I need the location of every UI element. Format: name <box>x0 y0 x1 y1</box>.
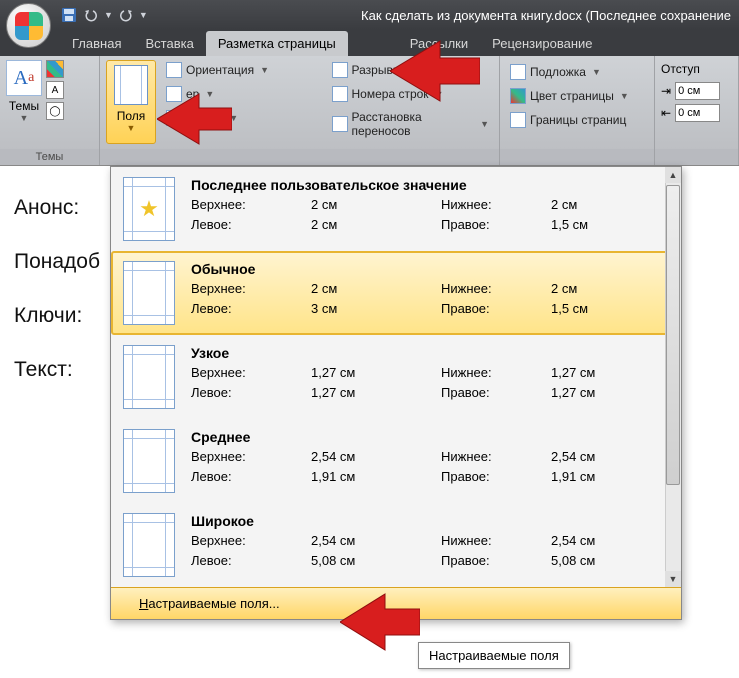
preset-title: Узкое <box>191 345 669 361</box>
preset-title: Обычное <box>191 261 669 277</box>
indent-right-icon: ⇤ <box>661 106 671 120</box>
theme-effects-button[interactable]: ◯ <box>46 102 64 120</box>
ribbon-tabs: Главная Вставка Разметка страницы Рассыл… <box>0 30 739 56</box>
margins-thumb-icon: ★ <box>123 177 175 241</box>
line-numbers-icon <box>332 86 348 102</box>
scroll-down-icon[interactable]: ▼ <box>665 571 681 587</box>
preset-title: Среднее <box>191 429 669 445</box>
chevron-down-icon: ▼ <box>260 65 269 75</box>
hyphenation-icon <box>332 116 348 132</box>
watermark-icon <box>510 64 526 80</box>
watermark-button[interactable]: Подложка▼ <box>506 62 648 82</box>
margins-label: Поля <box>117 109 146 123</box>
chevron-down-icon: ▼ <box>480 119 489 129</box>
undo-icon[interactable] <box>82 6 100 24</box>
save-icon[interactable] <box>60 6 78 24</box>
theme-colors-button[interactable] <box>46 60 64 78</box>
office-button[interactable] <box>6 3 51 48</box>
margins-preset-item[interactable]: СреднееВерхнее:2,54 смНижнее:2,54 смЛево… <box>111 419 681 503</box>
margins-dropdown: ★Последнее пользовательское значениеВерх… <box>110 166 682 620</box>
margins-icon <box>114 65 148 105</box>
preset-title: Последнее пользовательское значение <box>191 177 669 193</box>
office-logo-icon <box>15 12 43 40</box>
margins-preset-item[interactable]: УзкоеВерхнее:1,27 смНижнее:1,27 смЛевое:… <box>111 335 681 419</box>
scroll-up-icon[interactable]: ▲ <box>665 167 681 183</box>
hyphenation-button[interactable]: Расстановка переносов▼ <box>328 108 494 140</box>
group-label <box>655 149 738 165</box>
scrollbar-thumb[interactable] <box>666 185 680 485</box>
tab-home[interactable]: Главная <box>60 31 133 56</box>
theme-fonts-button[interactable]: A <box>46 81 64 99</box>
indent-left-input[interactable] <box>675 82 720 100</box>
themes-button[interactable]: Aa <box>6 60 42 96</box>
page-color-button[interactable]: Цвет страницы▼ <box>506 86 648 106</box>
indent-left-icon: ⇥ <box>661 84 671 98</box>
ribbon: Aa Темы ▼ A ◯ Темы Поля ▼ Ориентация▼ ер… <box>0 56 739 166</box>
margins-preset-item[interactable]: ШирокоеВерхнее:2,54 смНижнее:2,54 смЛево… <box>111 503 681 587</box>
group-label <box>500 149 654 165</box>
margins-thumb-icon <box>123 345 175 409</box>
group-label: Темы <box>0 149 99 165</box>
tooltip: Настраиваемые поля <box>418 642 570 669</box>
margins-thumb-icon <box>123 261 175 325</box>
orientation-icon <box>166 62 182 78</box>
margins-list: ★Последнее пользовательское значениеВерх… <box>111 167 681 587</box>
page-color-icon <box>510 88 526 104</box>
indent-right-input[interactable] <box>675 104 720 122</box>
orientation-button[interactable]: Ориентация▼ <box>162 60 328 80</box>
chevron-down-icon: ▼ <box>127 123 136 133</box>
arrow-annotation-icon <box>157 90 232 148</box>
arrow-annotation-icon <box>340 590 420 655</box>
scrollbar[interactable]: ▲ ▼ <box>665 167 681 587</box>
page-borders-button[interactable]: Границы страниц <box>506 110 648 130</box>
tab-insert[interactable]: Вставка <box>133 31 205 56</box>
chevron-down-icon: ▼ <box>592 67 601 77</box>
chevron-down-icon[interactable]: ▼ <box>6 113 42 123</box>
margins-preset-item[interactable]: ★Последнее пользовательское значениеВерх… <box>111 167 681 251</box>
title-bar: ▼ ▼ Как сделать из документа книгу.docx … <box>0 0 739 30</box>
window-title: Как сделать из документа книгу.docx (Пос… <box>361 8 739 23</box>
margins-preset-item[interactable]: ОбычноеВерхнее:2 смНижнее:2 смЛевое:3 см… <box>111 251 681 335</box>
quick-access-toolbar: ▼ ▼ <box>60 6 148 24</box>
margins-button[interactable]: Поля ▼ <box>106 60 156 144</box>
borders-icon <box>510 112 526 128</box>
themes-label: Темы <box>6 99 42 113</box>
chevron-down-icon: ▼ <box>620 91 629 101</box>
margins-thumb-icon <box>123 513 175 577</box>
paragraph-indent-group: Отступ ⇥ ⇤ <box>655 56 739 165</box>
chevron-down-icon[interactable]: ▼ <box>139 10 148 20</box>
margins-thumb-icon <box>123 429 175 493</box>
preset-title: Широкое <box>191 513 669 529</box>
page-background-group: Подложка▼ Цвет страницы▼ Границы страниц <box>500 56 655 165</box>
chevron-down-icon[interactable]: ▼ <box>104 10 113 20</box>
breaks-icon <box>332 62 348 78</box>
tab-page-layout[interactable]: Разметка страницы <box>206 31 348 56</box>
tab-review[interactable]: Рецензирование <box>480 31 604 56</box>
themes-group: Aa Темы ▼ A ◯ Темы <box>0 56 100 165</box>
group-label <box>100 149 499 165</box>
arrow-annotation-icon <box>390 36 480 106</box>
redo-icon[interactable] <box>117 6 135 24</box>
indent-label: Отступ <box>661 60 732 78</box>
